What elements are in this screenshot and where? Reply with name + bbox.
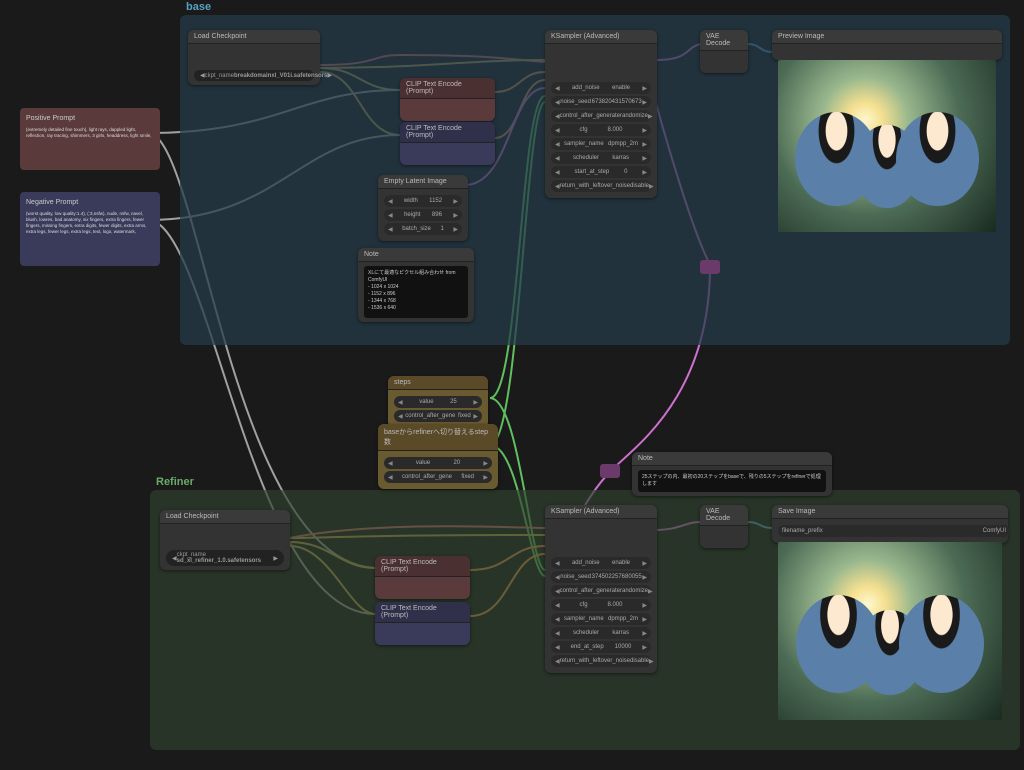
group-base-title: base: [186, 1, 211, 13]
node-title: Empty Latent Image: [378, 175, 468, 189]
refiner-save-image[interactable]: Save Image filename_prefixComfyUI: [772, 505, 1008, 543]
refiner-vae-decode[interactable]: VAE Decode: [700, 505, 748, 548]
node-title: Preview Image: [772, 30, 1002, 44]
steps-node[interactable]: steps ◀value25▶ ◀control_after_genefixed…: [388, 376, 488, 428]
ckpt-selector[interactable]: ◀ ckpt_namebreakdomainxl_V01i.safetensor…: [194, 70, 314, 81]
refiner-ksampler-advanced[interactable]: KSampler (Advanced) ◀add_noiseenable▶ ◀no…: [545, 505, 657, 673]
ksampler-row-noise_seed[interactable]: ◀noise_seed673820431570673▶: [551, 96, 651, 108]
node-title: CLIP Text Encode (Prompt): [375, 602, 470, 623]
steps-ctrl[interactable]: ◀control_after_genefixed▶: [394, 410, 482, 422]
ksampler-row-start_at_step[interactable]: ◀start_at_step0▶: [551, 166, 651, 178]
node-title: KSampler (Advanced): [545, 505, 657, 519]
ksampler-row-sampler_name[interactable]: ◀sampler_namedpmpp_2m▶: [551, 138, 651, 150]
node-title: KSampler (Advanced): [545, 30, 657, 44]
positive-prompt-node[interactable]: Positive Prompt (extremely detailed fine…: [20, 108, 160, 170]
base-clip-encode-negative[interactable]: CLIP Text Encode (Prompt): [400, 122, 495, 165]
switch-value[interactable]: ◀value20▶: [384, 457, 492, 469]
switch-step-node[interactable]: baseからrefinerへ切り替えるstep数 ◀value20▶ ◀cont…: [378, 424, 498, 489]
base-clip-encode-positive[interactable]: CLIP Text Encode (Prompt): [400, 78, 495, 121]
ckpt-name: sd_xl_refiner_1.0.safetensors: [177, 558, 261, 564]
ksampler-row-scheduler[interactable]: ◀schedulerkarras▶: [551, 152, 651, 164]
base-ksampler-advanced[interactable]: KSampler (Advanced) ◀add_noiseenable▶ ◀no…: [545, 30, 657, 198]
empty-latent-image[interactable]: Empty Latent Image ◀width1152▶ ◀height89…: [378, 175, 468, 241]
group-refiner-title: Refiner: [156, 476, 194, 488]
switch-ctrl[interactable]: ◀control_after_genefixed▶: [384, 471, 492, 483]
node-title: Save Image: [772, 505, 1008, 519]
refiner-clip-encode-positive[interactable]: CLIP Text Encode (Prompt): [375, 556, 470, 599]
negative-prompt-title: Negative Prompt: [26, 198, 154, 207]
height-widget[interactable]: ◀height896▶: [384, 209, 462, 221]
positive-prompt-text[interactable]: (extremely detailed fine touch), light r…: [26, 127, 154, 139]
refiner-clip-encode-negative[interactable]: CLIP Text Encode (Prompt): [375, 602, 470, 645]
node-title: baseからrefinerへ切り替えるstep数: [378, 424, 498, 451]
node-title: Note: [632, 452, 832, 466]
base-load-checkpoint[interactable]: Load Checkpoint ◀ ckpt_namebreakdomainxl…: [188, 30, 320, 85]
node-title: Load Checkpoint: [160, 510, 290, 524]
chevron-right-icon[interactable]: ▶: [327, 72, 332, 79]
note-text[interactable]: XLにて最適なピクセル組み合わせ from ComfyUI - 1024 x 1…: [364, 266, 468, 318]
steps-value[interactable]: ◀value25▶: [394, 396, 482, 408]
base-preview-image[interactable]: Preview Image: [772, 30, 1002, 60]
ksampler-row-control_after_generate[interactable]: ◀control_after_generaterandomize▶: [551, 585, 651, 597]
base-vae-decode[interactable]: VAE Decode: [700, 30, 748, 73]
node-title: VAE Decode: [700, 30, 748, 51]
ckpt-selector[interactable]: ◀ ckpt_name sd_xl_refiner_1.0.safetensor…: [166, 550, 284, 566]
canvas[interactable]: base Refiner Positive Prompt (extremely …: [0, 0, 1024, 770]
node-title: CLIP Text Encode (Prompt): [400, 122, 495, 143]
ckpt-name: breakdomainxl_V01i.safetensors: [234, 73, 327, 79]
reroute-node[interactable]: [700, 260, 720, 274]
ksampler-row-cfg[interactable]: ◀cfg8.000▶: [551, 599, 651, 611]
node-title: Note: [358, 248, 474, 262]
note-text[interactable]: 25ステップの内、最初の20ステップをbaseで、残りの5ステップをrefine…: [638, 470, 826, 492]
ksampler-row-cfg[interactable]: ◀cfg8.000▶: [551, 124, 651, 136]
ksampler-row-noise_seed[interactable]: ◀noise_seed374502257680055▶: [551, 571, 651, 583]
ksampler-row-add_noise[interactable]: ◀add_noiseenable▶: [551, 82, 651, 94]
negative-prompt-node[interactable]: Negative Prompt (worst quality, low qual…: [20, 192, 160, 266]
refiner-load-checkpoint[interactable]: Load Checkpoint ◀ ckpt_name sd_xl_refine…: [160, 510, 290, 570]
ksampler-row-return_with_leftover_noise[interactable]: ◀return_with_leftover_noisedisable▶: [551, 180, 651, 192]
negative-prompt-text[interactable]: (worst quality, low quality:1.4), (:3,ns…: [26, 211, 154, 234]
node-title: VAE Decode: [700, 505, 748, 526]
node-title: steps: [388, 376, 488, 390]
filename-prefix[interactable]: filename_prefixComfyUI: [778, 525, 1010, 537]
ksampler-row-scheduler[interactable]: ◀schedulerkarras▶: [551, 627, 651, 639]
ksampler-row-control_after_generate[interactable]: ◀control_after_generaterandomize▶: [551, 110, 651, 122]
ksampler-row-sampler_name[interactable]: ◀sampler_namedpmpp_2m▶: [551, 613, 651, 625]
ksampler-row-return_with_leftover_noise[interactable]: ◀return_with_leftover_noisedisable▶: [551, 655, 651, 667]
node-title: CLIP Text Encode (Prompt): [375, 556, 470, 577]
positive-prompt-title: Positive Prompt: [26, 114, 154, 123]
batch-widget[interactable]: ◀batch_size1▶: [384, 223, 462, 235]
node-title: CLIP Text Encode (Prompt): [400, 78, 495, 99]
save-image-content: [778, 542, 1002, 720]
width-widget[interactable]: ◀width1152▶: [384, 195, 462, 207]
base-note[interactable]: Note XLにて最適なピクセル組み合わせ from ComfyUI - 102…: [358, 248, 474, 322]
reroute-node[interactable]: [600, 464, 620, 478]
ksampler-row-end_at_step[interactable]: ◀end_at_step10000▶: [551, 641, 651, 653]
chevron-right-icon[interactable]: ▶: [273, 555, 278, 562]
shared-note[interactable]: Note 25ステップの内、最初の20ステップをbaseで、残りの5ステップをr…: [632, 452, 832, 496]
node-title: Load Checkpoint: [188, 30, 320, 44]
ksampler-row-add_noise[interactable]: ◀add_noiseenable▶: [551, 557, 651, 569]
preview-image-content: [778, 60, 996, 232]
